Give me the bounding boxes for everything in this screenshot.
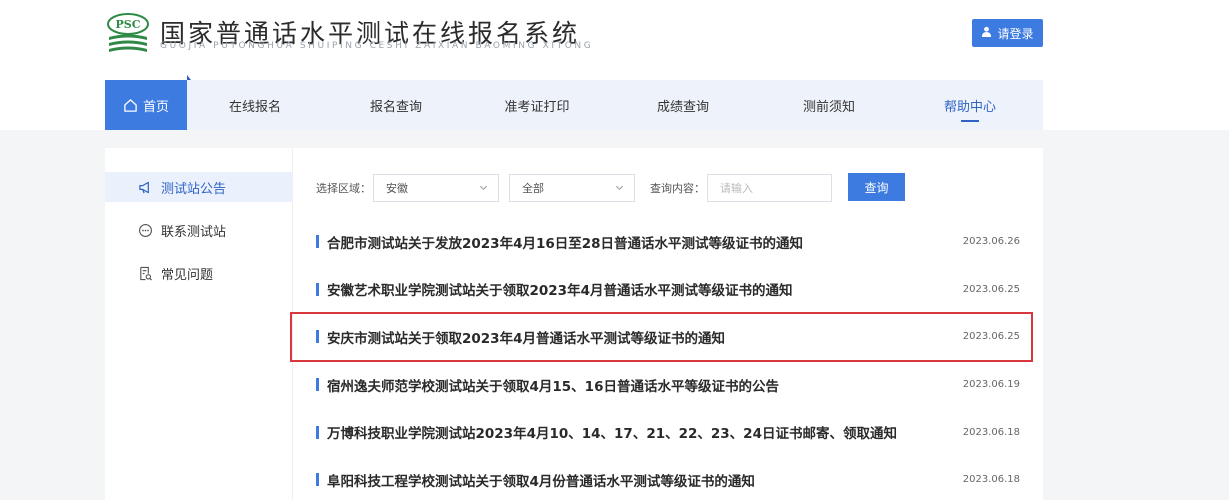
notice-title: 安徽艺术职业学院测试站关于领取2023年4月普通话水平测试等级证书的通知 xyxy=(327,283,793,300)
notice-date: 2023.06.26 xyxy=(962,236,1020,248)
notice-title: 安庆市测试站关于领取2023年4月普通话水平测试等级证书的通知 xyxy=(327,330,725,347)
row-marker xyxy=(316,282,319,296)
nav-label: 在线报名 xyxy=(228,99,281,115)
nav-label: 成绩查询 xyxy=(656,99,709,115)
nav-item-registration-query[interactable]: 报名查询 xyxy=(323,80,469,130)
row-marker xyxy=(316,378,319,392)
notice-row[interactable]: 宿州逸夫师范学校测试站关于领取4月15、16日普通话水平等级证书的公告 2023… xyxy=(293,361,1043,409)
notice-date: 2023.06.18 xyxy=(962,474,1020,486)
logo-text: PSC xyxy=(116,18,141,31)
login-button[interactable]: 请登录 xyxy=(972,19,1043,47)
nav-item-pre-test-notes[interactable]: 测前须知 xyxy=(761,80,897,130)
sidebar-item-label: 常见问题 xyxy=(161,267,214,283)
sidebar-item-label: 联系测试站 xyxy=(161,224,227,240)
query-button[interactable]: 查询 xyxy=(848,173,905,201)
nav-item-help-center[interactable]: 帮助中心 xyxy=(897,80,1043,130)
nav-item-score-query[interactable]: 成绩查询 xyxy=(605,80,761,130)
user-icon xyxy=(981,26,992,40)
nav-label: 帮助中心 xyxy=(943,99,996,115)
chat-icon xyxy=(138,223,153,238)
document-search-icon xyxy=(138,266,153,281)
sidebar-item-contact-station[interactable]: 联系测试站 xyxy=(105,215,292,245)
notice-date: 2023.06.18 xyxy=(962,426,1020,438)
active-underline xyxy=(961,120,979,122)
scope-select[interactable]: 全部 xyxy=(509,174,635,202)
notice-row[interactable]: 合肥市测试站关于发放2023年4月16日至28日普通话水平测试等级证书的通知 2… xyxy=(293,218,1043,266)
sidebar: 测试站公告 联系测试站 常见问题 xyxy=(105,172,292,301)
notice-date: 2023.06.25 xyxy=(962,283,1020,295)
sidebar-item-station-notices[interactable]: 测试站公告 xyxy=(105,172,292,202)
notice-list: 合肥市测试站关于发放2023年4月16日至28日普通话水平测试等级证书的通知 2… xyxy=(290,218,1043,500)
nav-label: 首页 xyxy=(142,99,169,115)
notice-date: 2023.06.25 xyxy=(962,331,1020,343)
nav-item-admission-ticket[interactable]: 准考证打印 xyxy=(469,80,605,130)
nav-item-online-registration[interactable]: 在线报名 xyxy=(187,80,323,130)
row-marker xyxy=(316,425,319,439)
nav-item-home[interactable]: 首页 xyxy=(105,75,191,130)
main-nav: 首页 在线报名 报名查询 准考证打印 成绩查询 测前须知 帮助中心 xyxy=(105,75,1043,130)
sidebar-item-label: 测试站公告 xyxy=(161,181,227,197)
notice-row[interactable]: 阜阳科技工程学校测试站关于领取4月份普通话水平测试等级证书的通知 2023.06… xyxy=(293,456,1043,500)
nav-label: 准考证打印 xyxy=(504,99,570,115)
row-marker xyxy=(316,473,319,487)
site-subtitle: GUOJIA PUTONGHUA SHUIPING CESHI ZAIXIAN … xyxy=(160,41,594,51)
home-icon xyxy=(123,98,138,113)
nav-label: 测前须知 xyxy=(802,99,855,115)
login-label: 请登录 xyxy=(997,26,1034,41)
notice-title: 阜阳科技工程学校测试站关于领取4月份普通话水平测试等级证书的通知 xyxy=(327,473,755,490)
region-select[interactable]: 安徽 xyxy=(373,174,499,202)
notice-date: 2023.06.19 xyxy=(962,379,1020,391)
notice-row[interactable]: 安徽艺术职业学院测试站关于领取2023年4月普通话水平测试等级证书的通知 202… xyxy=(293,266,1043,314)
notice-row[interactable]: 万博科技职业学院测试站2023年4月10、14、17、21、22、23、24日证… xyxy=(293,408,1043,456)
megaphone-icon xyxy=(138,180,153,195)
notice-title: 宿州逸夫师范学校测试站关于领取4月15、16日普通话水平等级证书的公告 xyxy=(327,378,779,395)
sidebar-item-faq[interactable]: 常见问题 xyxy=(105,258,292,288)
psc-logo: PSC xyxy=(105,12,151,56)
nav-label: 报名查询 xyxy=(369,99,422,115)
query-input[interactable] xyxy=(707,174,832,202)
scope-select-value: 全部 xyxy=(522,182,544,195)
notice-title: 万博科技职业学院测试站2023年4月10、14、17、21、22、23、24日证… xyxy=(327,426,897,443)
notice-row-highlighted[interactable]: 安庆市测试站关于领取2023年4月普通话水平测试等级证书的通知 2023.06.… xyxy=(290,312,1033,362)
row-marker xyxy=(316,235,319,249)
region-label: 选择区域： xyxy=(316,182,371,195)
notice-title: 合肥市测试站关于发放2023年4月16日至28日普通话水平测试等级证书的通知 xyxy=(327,235,804,252)
row-marker xyxy=(316,330,319,344)
region-select-value: 安徽 xyxy=(386,182,408,195)
chevron-down-icon xyxy=(615,185,624,191)
query-label: 查询内容： xyxy=(650,182,705,195)
chevron-down-icon xyxy=(479,185,488,191)
